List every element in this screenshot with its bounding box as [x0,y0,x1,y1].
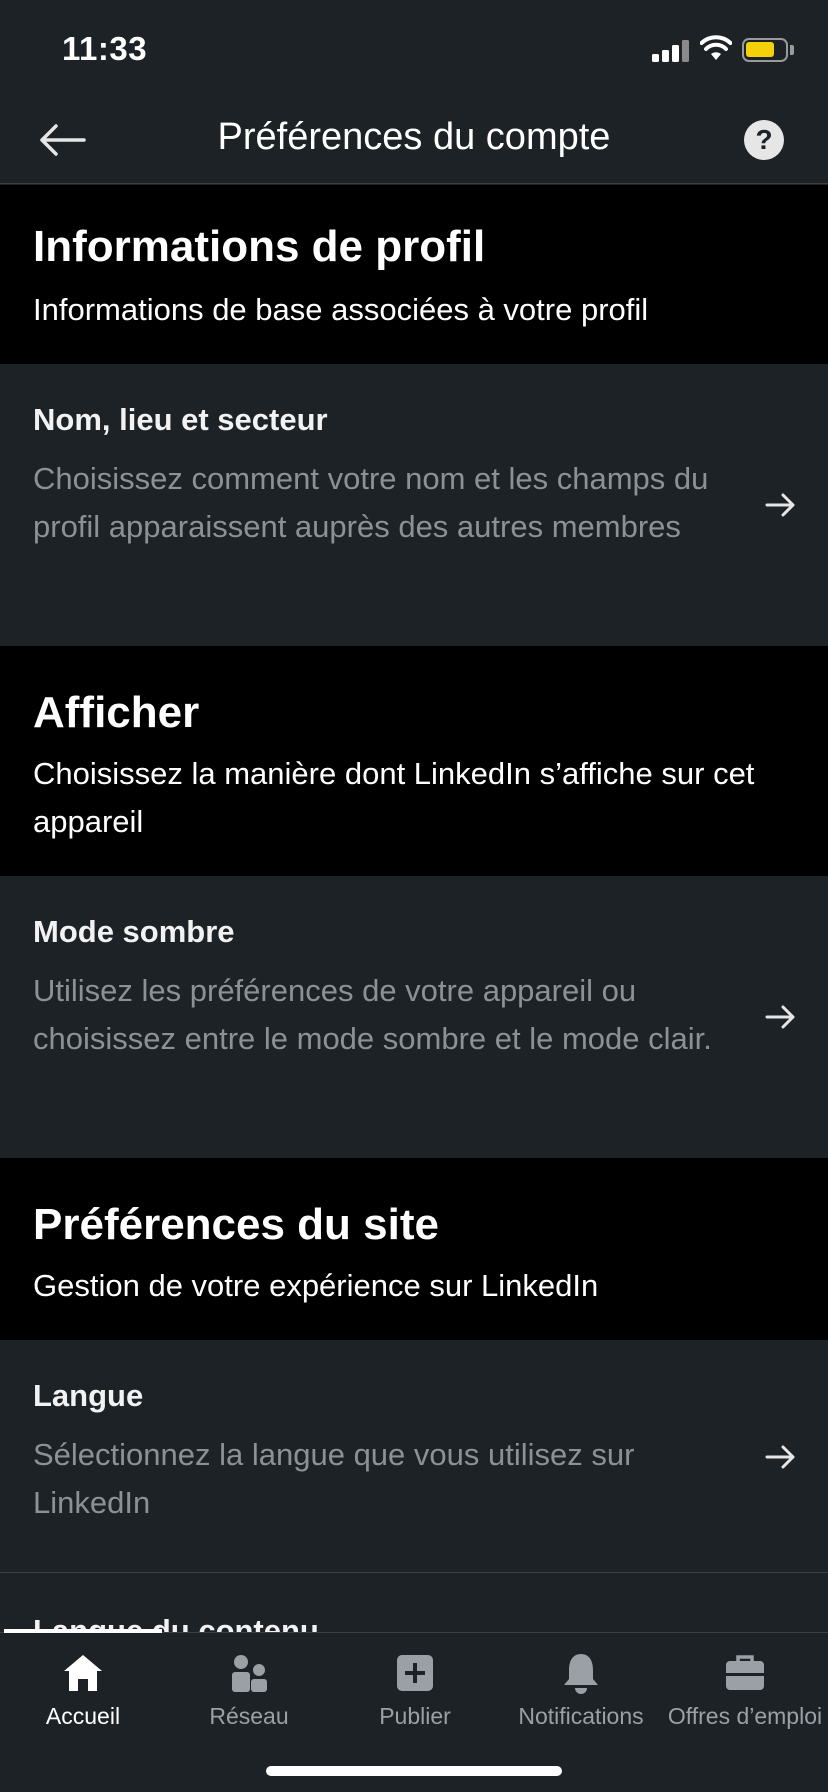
tab-label: Offres d’emploi [667,1703,823,1729]
help-icon[interactable]: ? [744,120,784,160]
wifi-icon [700,35,732,60]
settings-row-language[interactable]: Langue Sélectionnez la langue que vous u… [0,1340,828,1572]
row-title: Langue [33,1378,144,1413]
briefcase-icon [726,1655,764,1690]
section-header-display: Afficher Choisissez la manière dont Link… [0,646,828,876]
active-tab-indicator [4,1629,162,1633]
section-title: Afficher [33,688,200,737]
settings-row-name-location[interactable]: Nom, lieu et secteur Choisissez comment … [0,364,828,646]
section-header-site-preferences: Préférences du site Gestion de votre exp… [0,1158,828,1340]
arrow-right-icon [765,1005,795,1029]
page-title: Préférences du compte [217,116,611,158]
network-icon [232,1655,267,1692]
arrow-right-icon [765,1445,795,1469]
status-bar: 11:33 [0,0,828,100]
post-icon [397,1655,433,1691]
tab-label: Publier [379,1703,451,1729]
arrow-right-icon [765,493,795,517]
row-title: Nom, lieu et secteur [33,402,328,437]
settings-row-content-language[interactable]: Langue du contenu [0,1573,828,1633]
row-title: Mode sombre [33,914,235,949]
status-time: 11:33 [62,30,148,67]
section-subtitle: Choisissez la manière dont LinkedIn s’af… [33,756,755,839]
tab-jobs[interactable]: Offres d’emploi [662,1643,828,1743]
section-subtitle: Gestion de votre expérience sur LinkedIn [33,1268,599,1303]
tab-label: Réseau [209,1703,289,1729]
tab-home[interactable]: Accueil [0,1643,166,1743]
tab-label: Notifications [518,1703,644,1729]
battery-icon [742,38,788,62]
tab-notifications[interactable]: Notifications [498,1643,664,1743]
row-description: Choisissez comment votre nom et les cham… [33,461,709,544]
battery-cap [790,45,794,55]
row-description: Utilisez les préférences de votre appare… [33,973,712,1056]
section-title: Informations de profil [33,222,486,271]
bell-icon [564,1654,598,1694]
home-icon [64,1655,102,1691]
section-title: Préférences du site [33,1200,439,1249]
tab-post[interactable]: Publier [332,1643,498,1743]
settings-row-dark-mode[interactable]: Mode sombre Utilisez les préférences de … [0,876,828,1156]
section-subtitle: Informations de base associées à votre p… [33,292,649,327]
app-screen: 11:33 Préférences du compte ? Informatio… [0,0,828,1792]
row-description: Sélectionnez la langue que vous utilisez… [33,1437,635,1520]
tab-network[interactable]: Réseau [166,1643,332,1743]
cellular-signal-icon [652,38,692,62]
section-header-profile: Informations de profil Informations de b… [0,185,828,364]
home-indicator [266,1766,562,1776]
tab-label: Accueil [45,1703,121,1729]
nav-header: Préférences du compte ? [0,100,828,184]
